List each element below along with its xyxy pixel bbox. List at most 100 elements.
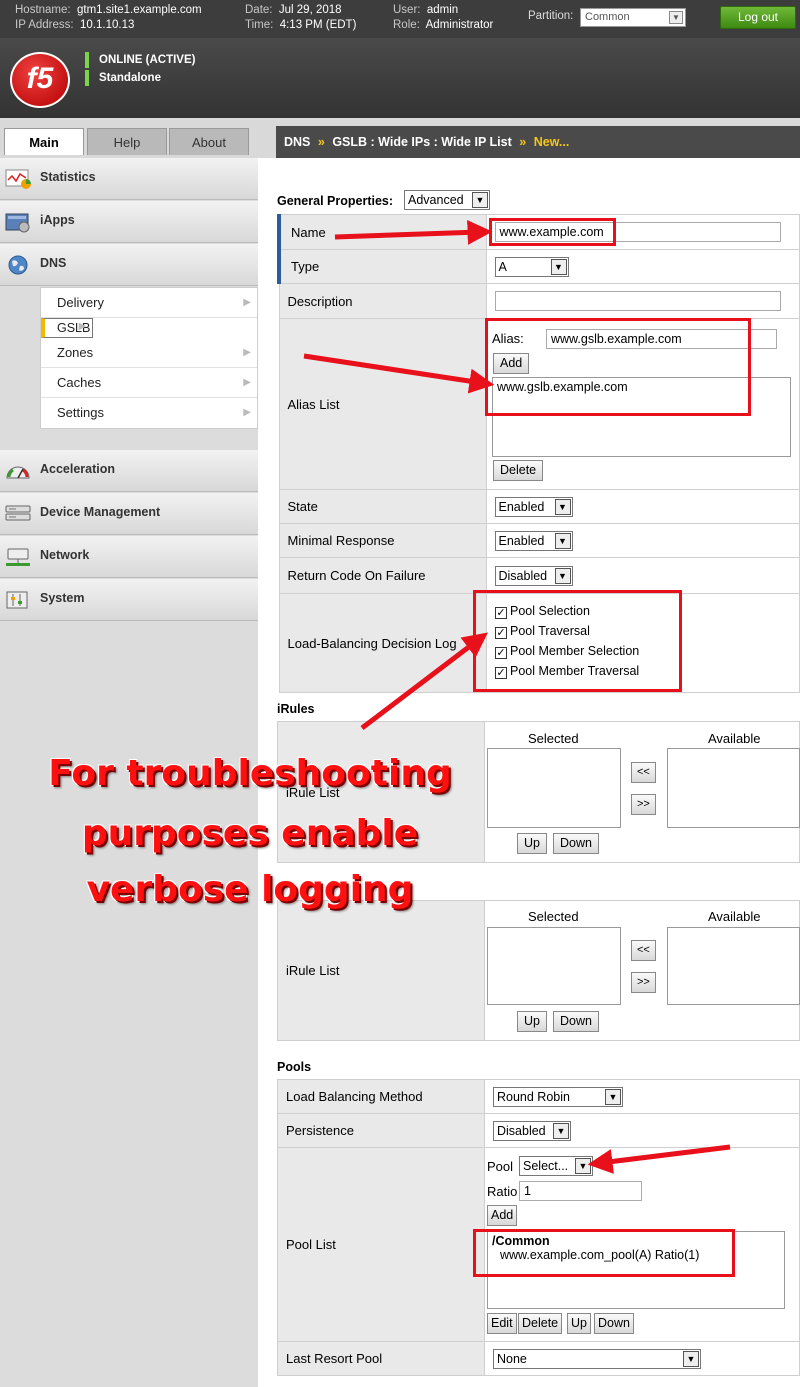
user-value: admin [426,4,459,16]
breadcrumb-dns[interactable]: DNS [284,135,310,149]
submenu-caches[interactable]: Caches ▶ [41,368,257,398]
last-resort-value: None [497,1351,527,1366]
chevron-down-icon: ▼ [554,498,571,515]
chevron-down-icon: ▼ [554,532,571,549]
irules2-selected-list[interactable] [487,927,621,1005]
ratio-label: Ratio [487,1184,518,1199]
sidebar-item-label: Statistics [40,170,96,184]
state-select[interactable]: Enabled ▼ [494,496,573,517]
return-code-label: Return Code On Failure [278,557,487,594]
sidebar-item-statistics[interactable]: Statistics [0,158,258,200]
tab-about[interactable]: About [169,128,249,155]
submenu-settings[interactable]: Settings ▶ [41,398,257,428]
move-up-button-2[interactable]: Up [517,1011,547,1032]
irules-selected-list[interactable] [487,748,621,828]
sidebar-item-label: Device Management [40,505,161,519]
submenu-zones[interactable]: Zones ▶ [41,338,257,368]
description-field[interactable] [494,291,781,311]
move-up-button[interactable]: Up [517,833,547,854]
alias-delete-button[interactable]: Delete [493,460,544,481]
host-info: Hostname: gtm1.site1.example.com IP Addr… [15,3,202,33]
role-value: Administrator [425,19,494,31]
sidebar-item-device-management[interactable]: Device Management [0,493,258,535]
minimal-response-select[interactable]: Enabled ▼ [494,530,573,551]
irules2-selected-header: Selected [528,909,579,924]
return-code-select[interactable]: Disabled ▼ [494,565,573,586]
chevron-right-icon: ▶ [243,377,251,388]
tab-main[interactable]: Main [4,128,84,155]
date-info: Date: Jul 29, 2018 Time: 4:13 PM (EDT) [245,3,356,33]
persistence-label: Persistence [277,1113,485,1148]
irules2-available-list[interactable] [667,927,800,1005]
partition-label: Partition: [528,10,574,22]
time-value: 4:13 PM (EDT) [279,19,357,31]
description-row: Description [278,283,800,319]
breadcrumb: DNS » GSLB : Wide IPs : Wide IP List » N… [276,126,800,158]
sidebar-item-network[interactable]: Network [0,536,258,578]
last-resort-select[interactable]: None ▼ [493,1348,701,1369]
lb-method-label: Load Balancing Method [277,1079,485,1114]
highlight-pool-entry [473,1229,735,1277]
sidebar-item-label: DNS [40,256,67,270]
sidebar-item-label: Network [40,548,90,562]
description-label: Description [278,283,487,319]
pools-title: Pools [277,1060,312,1074]
move-left-button[interactable]: << [631,762,656,783]
sidebar-item-iapps[interactable]: iApps [0,201,258,243]
lb-method-select[interactable]: Round Robin ▼ [493,1086,623,1107]
irules-available-list[interactable] [667,748,800,828]
pool-label: Pool [487,1159,514,1174]
sidebar-item-dns[interactable]: DNS [0,244,258,286]
highlight-alias [485,318,751,416]
minimal-response-label: Minimal Response [278,523,487,558]
submenu-label: Settings [57,405,104,420]
properties-mode-value: Advanced [408,193,464,207]
logout-button[interactable]: Log out [720,6,796,29]
dns-submenu: Delivery ▶ GSLB ▶ Zones ▶ Caches ▶ Settings ▶ [40,287,258,429]
pool-down-button[interactable]: Down [594,1313,634,1334]
submenu-label: Delivery [57,295,104,310]
pool-select[interactable]: Select... ▼ [519,1156,593,1176]
minimal-response-row: Minimal Response Enabled ▼ [278,523,800,558]
move-right-button-2[interactable]: >> [631,972,656,993]
submenu-gslb[interactable]: GSLB ▶ [41,318,94,338]
alias-list-label: Alias List [278,318,487,490]
move-left-button-2[interactable]: << [631,940,656,961]
chevron-right-icon: ▶ [78,321,87,332]
hostname-value: gtm1.site1.example.com [77,4,202,16]
highlight-decision-log [473,590,682,692]
move-right-button[interactable]: >> [631,794,656,815]
irules-selected-header: Selected [528,731,579,746]
pool-edit-button[interactable]: Edit [487,1313,517,1334]
pool-up-button[interactable]: Up [567,1313,591,1334]
iapps-icon [5,213,30,233]
sidebar-item-system[interactable]: System [0,579,258,621]
type-select[interactable]: A ▼ [494,256,569,277]
f5-logo: f5 [10,52,70,108]
ip-value: 10.1.10.13 [80,19,135,31]
pool-add-button[interactable]: Add [487,1205,518,1226]
type-row: Type A ▼ [277,249,800,284]
persistence-select[interactable]: Disabled ▼ [493,1120,571,1141]
ratio-field[interactable]: 1 [519,1181,642,1201]
return-code-row: Return Code On Failure Disabled ▼ [278,557,800,594]
state-label: State [278,489,487,524]
sidebar-item-label: Acceleration [40,462,116,476]
chevron-down-icon: ▼ [472,192,488,208]
properties-mode-select[interactable]: Advanced ▼ [404,190,490,210]
submenu-delivery[interactable]: Delivery ▶ [41,288,257,318]
tab-help[interactable]: Help [87,128,167,155]
breadcrumb-gslb[interactable]: GSLB : Wide IPs : Wide IP List [332,135,511,149]
state-value: Enabled [498,499,545,514]
server-icon [5,505,31,521]
move-down-button[interactable]: Down [553,833,599,854]
statistics-icon [5,169,31,189]
sidebar-item-acceleration[interactable]: Acceleration [0,450,258,492]
pool-delete-button[interactable]: Delete [518,1313,563,1334]
move-down-button-2[interactable]: Down [553,1011,599,1032]
breadcrumb-separator: » [519,135,527,149]
type-value: A [498,259,507,274]
partition-select[interactable]: Common ▼ [580,8,686,27]
chevron-right-icon: ▶ [243,347,251,358]
top-status-bar: Hostname: gtm1.site1.example.com IP Addr… [0,0,800,38]
